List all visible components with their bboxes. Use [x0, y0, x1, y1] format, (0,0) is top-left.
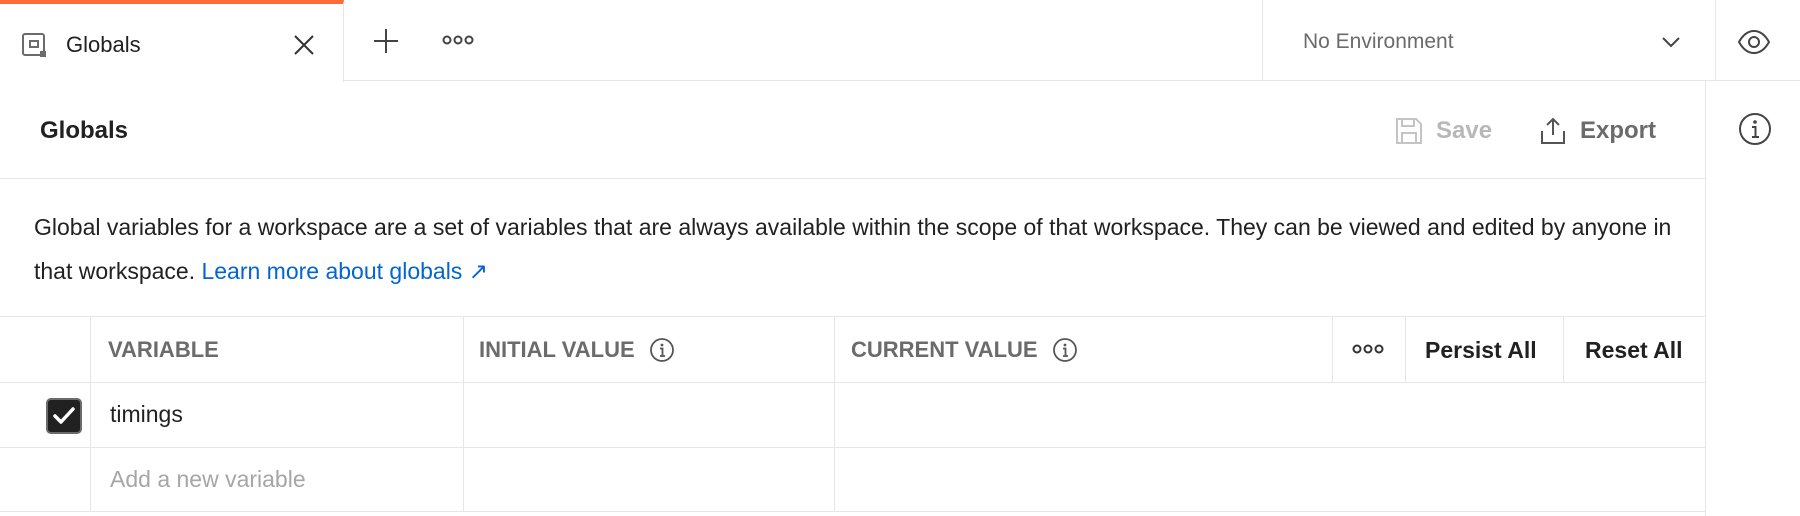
- new-variable-input[interactable]: Add a new variable: [110, 466, 306, 493]
- current-value-cell[interactable]: [852, 401, 1322, 429]
- initial-value-cell[interactable]: [480, 401, 820, 429]
- info-icon[interactable]: [1052, 337, 1078, 363]
- close-icon[interactable]: [290, 31, 318, 59]
- eye-icon[interactable]: [1736, 24, 1772, 60]
- environment-label: No Environment: [1303, 30, 1454, 53]
- column-header-initial-value: INITIAL VALUE: [479, 337, 675, 363]
- more-options-icon[interactable]: [1352, 339, 1384, 359]
- export-icon: [1541, 117, 1565, 144]
- page-title: Globals: [40, 117, 129, 144]
- enable-checkbox[interactable]: [46, 398, 82, 434]
- tab-label: Globals: [66, 32, 141, 57]
- plus-icon[interactable]: [370, 25, 402, 57]
- table-row: timings: [0, 382, 1705, 447]
- more-options-icon[interactable]: [442, 30, 474, 50]
- variable-name-cell[interactable]: timings: [110, 401, 183, 428]
- editor-header: Globals Save Export: [0, 81, 1705, 179]
- reset-all-button[interactable]: Reset All: [1585, 337, 1683, 364]
- tab-bar: Globals No Environment: [0, 0, 1800, 82]
- tab-globals[interactable]: Globals: [0, 0, 344, 82]
- globals-tab-icon: [22, 33, 46, 57]
- globals-description: Global variables for a workspace are a s…: [34, 205, 1674, 293]
- side-panel: [1705, 81, 1800, 516]
- save-button[interactable]: Save: [1394, 111, 1492, 151]
- new-variable-row: Add a new variable: [0, 447, 1705, 512]
- table-header-row: VARIABLE INITIAL VALUE CURRENT VALUE Per…: [0, 316, 1705, 382]
- chevron-down-icon: [1662, 37, 1680, 48]
- learn-more-link[interactable]: Learn more about globals ↗: [201, 258, 488, 284]
- variables-table: VARIABLE INITIAL VALUE CURRENT VALUE Per…: [0, 316, 1705, 516]
- info-icon[interactable]: [1738, 112, 1772, 146]
- save-icon: [1396, 118, 1422, 144]
- persist-all-button[interactable]: Persist All: [1425, 337, 1537, 364]
- new-initial-value-input[interactable]: [480, 466, 820, 494]
- new-current-value-input[interactable]: [852, 466, 1322, 494]
- info-icon[interactable]: [649, 337, 675, 363]
- export-label: Export: [1580, 117, 1657, 144]
- export-button[interactable]: Export: [1538, 111, 1656, 151]
- checkmark-icon: [53, 407, 75, 424]
- environment-selector[interactable]: No Environment: [1262, 0, 1716, 81]
- save-label: Save: [1436, 117, 1493, 144]
- column-header-current-value: CURRENT VALUE: [851, 337, 1078, 363]
- globals-editor: Globals Save Export Global variables for…: [0, 81, 1705, 516]
- column-header-variable: VARIABLE: [108, 337, 219, 362]
